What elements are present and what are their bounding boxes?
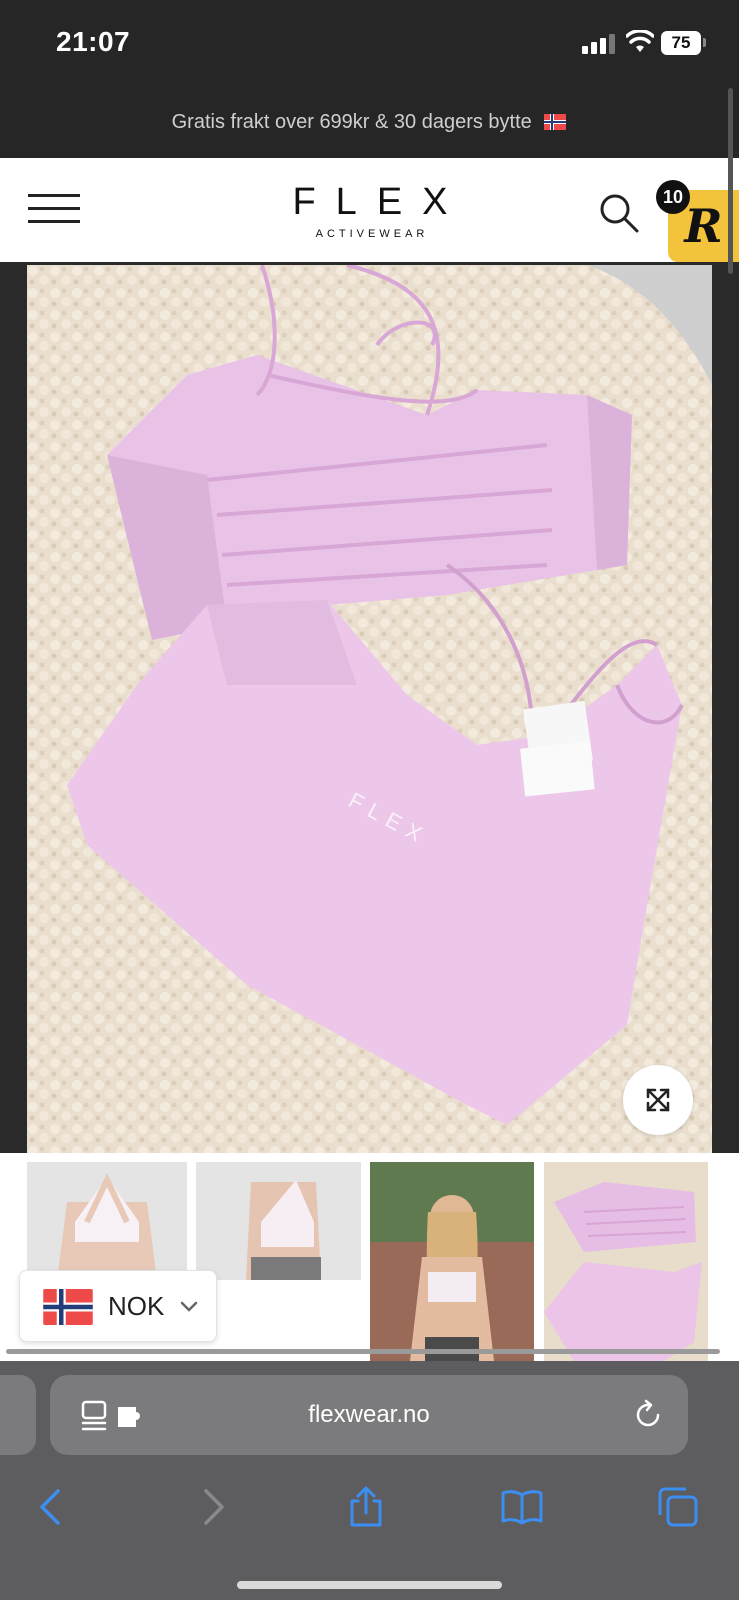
bookmarks-icon[interactable]	[500, 1485, 544, 1529]
logo-main: FLEX	[292, 181, 468, 223]
status-time: 21:07	[56, 26, 131, 57]
status-bar: 21:07 75	[0, 0, 739, 90]
thumbnail-front-view[interactable]	[27, 1162, 187, 1280]
currency-label: NOK	[108, 1291, 165, 1321]
address-bar[interactable]: flexwear.no	[50, 1375, 688, 1455]
home-indicator	[237, 1581, 502, 1589]
expand-icon	[646, 1088, 670, 1112]
thumbnail-image	[544, 1162, 708, 1361]
url-text: flexwear.no	[308, 1401, 430, 1428]
back-icon[interactable]	[30, 1485, 74, 1529]
battery-indicator: 75	[661, 31, 701, 55]
norway-flag-icon	[43, 1289, 93, 1325]
promo-banner: Gratis frakt over 699kr & 30 dagers bytt…	[0, 90, 739, 158]
browser-toolbar: flexwear.no	[0, 1349, 739, 1600]
wifi-icon	[626, 30, 654, 52]
currency-selector[interactable]: NOK	[19, 1270, 217, 1342]
thumbnail-flat-lay[interactable]	[544, 1162, 708, 1361]
forward-icon[interactable]	[190, 1485, 234, 1529]
cart-count-badge[interactable]: 10	[656, 180, 690, 214]
thumbnail-side-view[interactable]	[196, 1162, 361, 1280]
thumbnail-image	[27, 1162, 187, 1280]
product-photo: FLEX	[27, 265, 712, 1153]
main-product-image[interactable]: FLEX	[27, 265, 712, 1153]
thumbnail-model-photo[interactable]	[370, 1162, 534, 1361]
menu-icon[interactable]	[28, 194, 80, 224]
browser-nav-row	[0, 1469, 739, 1549]
norway-flag-icon	[544, 114, 567, 130]
scroll-indicator[interactable]	[728, 88, 733, 274]
expand-button[interactable]	[623, 1065, 693, 1135]
logo-sub: ACTIVEWEAR	[315, 228, 429, 240]
reload-icon[interactable]	[632, 1399, 664, 1431]
thumbnail-image	[196, 1162, 361, 1280]
horizontal-scroll-indicator	[6, 1349, 720, 1354]
share-icon[interactable]	[344, 1485, 388, 1529]
battery-tip	[703, 38, 706, 47]
search-icon[interactable]	[598, 192, 640, 234]
signal-icon	[582, 34, 618, 54]
brand-logo[interactable]: FLEX ACTIVEWEAR	[230, 180, 510, 240]
chevron-down-icon	[180, 1301, 198, 1312]
reviews-badge-letter: R	[684, 199, 723, 253]
site-header: FLEX ACTIVEWEAR 10 R	[0, 158, 739, 262]
thumbnail-image	[370, 1162, 534, 1361]
promo-text: Gratis frakt over 699kr & 30 dagers bytt…	[171, 111, 532, 133]
previous-tab-peek[interactable]	[0, 1375, 36, 1455]
tabs-icon[interactable]	[656, 1485, 700, 1529]
